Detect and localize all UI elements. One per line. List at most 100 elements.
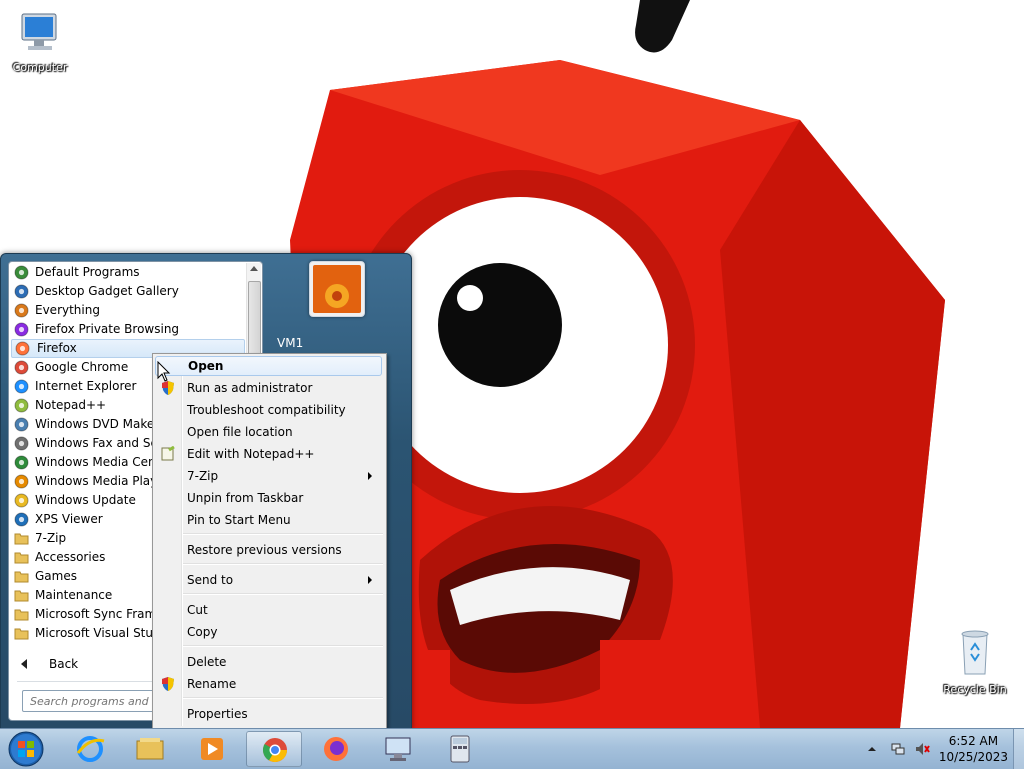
folder-icon: [14, 626, 29, 641]
submenu-arrow-icon: [368, 472, 372, 480]
program-item[interactable]: Everything: [10, 301, 246, 320]
context-menu-label: Unpin from Taskbar: [187, 491, 304, 505]
clock-time: 6:52 AM: [948, 734, 999, 748]
fax-icon: [14, 436, 29, 451]
context-menu-label: Edit with Notepad++: [187, 447, 315, 461]
program-label: Firefox: [37, 341, 77, 355]
windows-explorer-icon: [136, 738, 164, 760]
chrome-icon: [14, 360, 29, 375]
folder-icon: [14, 550, 29, 565]
menu-separator: [183, 563, 383, 565]
remote-desktop-icon: [385, 737, 411, 761]
context-menu-label: Troubleshoot compatibility: [187, 403, 346, 417]
default-programs-icon: [14, 265, 29, 280]
scroll-up-icon[interactable]: [250, 266, 258, 271]
submenu-arrow-icon: [368, 576, 372, 584]
show-desktop-button[interactable]: [1013, 729, 1024, 769]
context-menu-label: Run as administrator: [187, 381, 313, 395]
program-label: Default Programs: [35, 265, 140, 279]
notepadpp-icon: [160, 445, 176, 462]
recycle-bin-icon: [961, 630, 989, 675]
network-icon[interactable]: [890, 741, 906, 757]
program-label: Windows DVD Maker: [35, 417, 160, 431]
taskbar-button-google-chrome[interactable]: [246, 731, 302, 767]
context-menu-item[interactable]: Troubleshoot compatibility: [155, 400, 382, 420]
flower-avatar-icon: [313, 265, 361, 313]
taskbar: 6:52 AM 10/25/2023: [0, 728, 1024, 769]
notepadpp-icon: [14, 398, 29, 413]
firefox-icon: [324, 737, 348, 761]
desktop-icon-label: Recycle Bin: [943, 683, 1007, 696]
program-label: Desktop Gadget Gallery: [35, 284, 179, 298]
desktop-icon-recycle-bin[interactable]: Recycle Bin: [935, 628, 1015, 696]
taskbar-button-remote-desktop[interactable]: [370, 731, 426, 767]
context-menu-item[interactable]: Copy: [155, 622, 382, 642]
program-label: Notepad++: [35, 398, 107, 412]
user-picture[interactable]: [309, 261, 365, 317]
clock-date: 10/25/2023: [938, 750, 1008, 764]
volume-muted-icon[interactable]: [914, 741, 930, 757]
context-menu-item[interactable]: Edit with Notepad++: [155, 444, 382, 464]
program-label: Everything: [35, 303, 100, 317]
taskbar-button-calculator[interactable]: [432, 731, 488, 767]
context-menu-label: Send to: [187, 573, 234, 587]
gadget-icon: [14, 284, 29, 299]
context-menu-label: Open file location: [187, 425, 293, 439]
context-menu-item[interactable]: Properties: [155, 704, 382, 724]
program-item[interactable]: Firefox Private Browsing: [10, 320, 246, 339]
calculator-icon: [450, 735, 470, 763]
computer-icon: [21, 13, 57, 50]
magnifier-icon: [14, 303, 29, 318]
program-label: Internet Explorer: [35, 379, 137, 393]
context-menu-label: Cut: [187, 603, 208, 617]
program-item[interactable]: Desktop Gadget Gallery: [10, 282, 246, 301]
context-menu: Open Run as administrator Troubleshoot com…: [152, 353, 387, 729]
menu-separator: [183, 697, 383, 699]
back-arrow-icon: [21, 659, 27, 669]
dvd-icon: [14, 417, 29, 432]
program-item[interactable]: Default Programs: [10, 263, 246, 282]
context-menu-item[interactable]: Run as administrator: [155, 378, 382, 398]
program-label: Firefox Private Browsing: [35, 322, 180, 336]
context-menu-label: Rename: [187, 677, 237, 691]
taskbar-button-windows-explorer[interactable]: [122, 731, 178, 767]
taskbar-button-firefox[interactable]: [308, 731, 364, 767]
taskbar-button-internet-explorer[interactable]: [62, 731, 118, 767]
context-menu-item[interactable]: 7-Zip: [155, 466, 382, 486]
context-menu-item[interactable]: Open: [155, 356, 382, 376]
context-menu-label: 7-Zip: [187, 469, 219, 483]
program-label: Microsoft Visual Studio: [35, 626, 172, 640]
context-menu-item[interactable]: Restore previous versions: [155, 540, 382, 560]
user-name-link[interactable]: VM1: [277, 336, 303, 350]
context-menu-item[interactable]: Rename: [155, 674, 382, 694]
context-menu-label: Properties: [187, 707, 248, 721]
taskbar-button-media-player[interactable]: [184, 731, 240, 767]
mouse-cursor-icon: [157, 361, 171, 382]
program-label: Accessories: [35, 550, 106, 564]
folder-icon: [14, 569, 29, 584]
context-menu-label: Open: [188, 359, 224, 373]
context-menu-label: Restore previous versions: [187, 543, 342, 557]
folder-icon: [14, 531, 29, 546]
uac-shield-icon: [160, 676, 176, 692]
internet-explorer-icon: [76, 736, 105, 762]
context-menu-item[interactable]: Pin to Start Menu: [155, 510, 382, 530]
start-button[interactable]: [6, 730, 46, 768]
system-clock[interactable]: 6:52 AM 10/25/2023: [939, 733, 1008, 765]
context-menu-item[interactable]: Cut: [155, 600, 382, 620]
context-menu-item[interactable]: Unpin from Taskbar: [155, 488, 382, 508]
desktop-icon-computer[interactable]: Computer: [0, 8, 80, 74]
context-menu-item[interactable]: Open file location: [155, 422, 382, 442]
menu-separator: [183, 645, 383, 647]
context-menu-item[interactable]: Delete: [155, 652, 382, 672]
show-hidden-icons-icon[interactable]: [864, 741, 880, 757]
context-menu-label: Delete: [187, 655, 227, 669]
context-menu-item[interactable]: Send to: [155, 570, 382, 590]
ie-icon: [14, 379, 29, 394]
firefox-icon: [15, 341, 30, 356]
xps-icon: [14, 512, 29, 527]
media-center-icon: [14, 455, 29, 470]
context-menu-label: Pin to Start Menu: [187, 513, 291, 527]
media-player-icon: [201, 738, 223, 760]
google-chrome-icon: [262, 738, 287, 763]
